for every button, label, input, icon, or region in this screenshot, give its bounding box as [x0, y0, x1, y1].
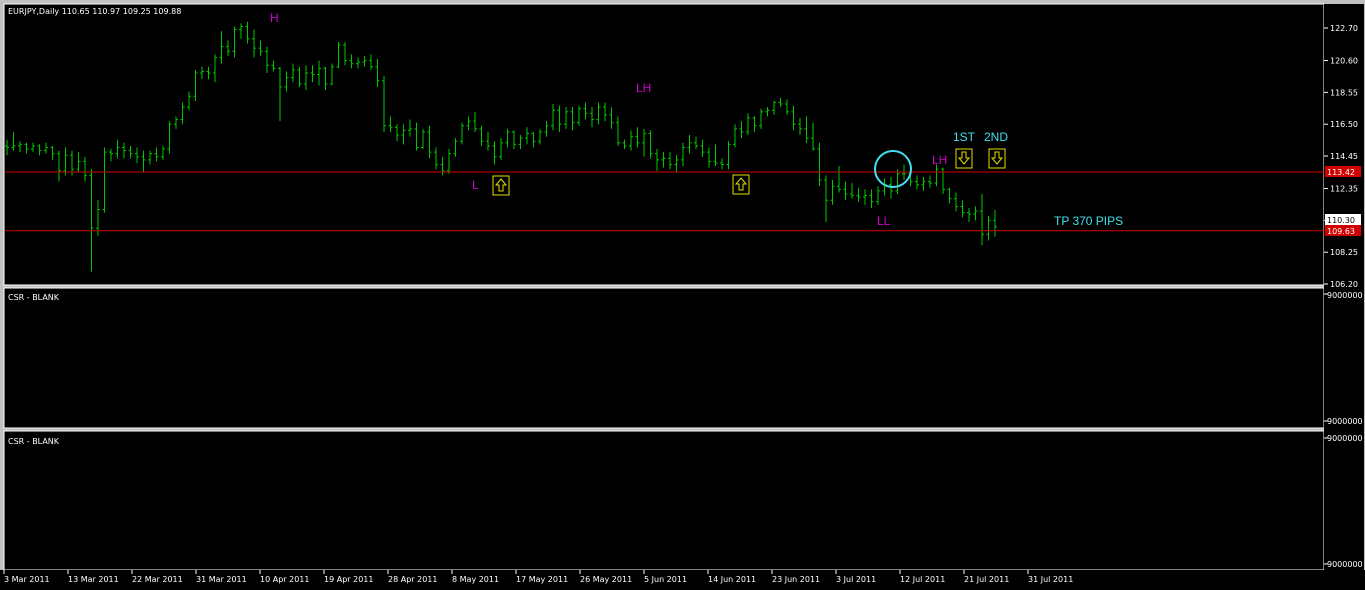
- sub2-top-label: 9000000: [1327, 434, 1363, 443]
- indicator-panel-2[interactable]: [3, 430, 1325, 571]
- y-tick-label: 122.70: [1330, 24, 1358, 33]
- buy-arrow-icon: [732, 174, 750, 195]
- annotation-ll: LL: [877, 214, 891, 228]
- indicator-panel-1[interactable]: [3, 287, 1325, 429]
- sub1-top-label: 9000000: [1327, 291, 1363, 300]
- chart-window: 122.70 120.60 118.55 116.50 114.45 112.35 110.…: [0, 0, 1365, 590]
- x-tick-label: 26 May 2011: [580, 575, 632, 584]
- annotation-tp: TP 370 PIPS: [1054, 214, 1123, 228]
- y-tick-label: 116.50: [1330, 120, 1358, 129]
- sub2-title: CSR - BLANK: [8, 437, 60, 446]
- x-tick-label: 3 Jul 2011: [836, 575, 876, 584]
- x-tick-label: 22 Mar 2011: [132, 575, 183, 584]
- x-tick-label: 21 Jul 2011: [964, 575, 1009, 584]
- annotation-l: L: [472, 178, 479, 192]
- sub2-bottom-label: 9000000: [1327, 560, 1363, 569]
- y-tick-label: 114.45: [1330, 152, 1358, 161]
- x-tick-label: 19 Apr 2011: [324, 575, 373, 584]
- x-tick-label: 12 Jul 2011: [900, 575, 945, 584]
- price-axis: 122.70 120.60 118.55 116.50 114.45 112.35 110.…: [1324, 24, 1358, 289]
- buy-arrow-icon: [492, 175, 510, 196]
- sell-arrow-icon: [955, 148, 973, 169]
- sub1-title: CSR - BLANK: [8, 293, 60, 302]
- x-tick-label: 14 Jun 2011: [708, 575, 756, 584]
- y-tick-label: 120.60: [1330, 57, 1358, 66]
- x-tick-label: 3 Mar 2011: [4, 575, 50, 584]
- y-tick-label: 106.20: [1330, 280, 1358, 289]
- x-tick-label: 28 Apr 2011: [388, 575, 437, 584]
- x-tick-label: 5 Jun 2011: [644, 575, 687, 584]
- current-price-tag: 110.30: [1327, 216, 1355, 225]
- symbol-header: EURJPY,Daily 110.65 110.97 109.25 109.88: [8, 7, 181, 16]
- x-tick-label: 10 Apr 2011: [260, 575, 309, 584]
- lower-price-tag: 109.63: [1327, 227, 1355, 236]
- sub1-bottom-label: 9000000: [1327, 417, 1363, 426]
- x-tick-label: 31 Jul 2011: [1028, 575, 1073, 584]
- x-tick-label: 31 Mar 2011: [196, 575, 247, 584]
- annotation-h: H: [270, 11, 279, 25]
- annotation-2nd: 2ND: [984, 130, 1008, 144]
- upper-price-tag: 113.42: [1327, 168, 1355, 177]
- annotation-1st: 1ST: [953, 130, 976, 144]
- x-tick-label: 8 May 2011: [452, 575, 499, 584]
- annotation-lh-1: LH: [636, 81, 651, 95]
- x-tick-label: 23 Jun 2011: [772, 575, 820, 584]
- main-panel[interactable]: [3, 3, 1325, 286]
- chart-svg[interactable]: 122.70 120.60 118.55 116.50 114.45 112.35 110.…: [0, 0, 1365, 590]
- sell-arrow-icon: [988, 148, 1006, 169]
- y-tick-label: 112.35: [1330, 185, 1358, 194]
- y-tick-label: 118.55: [1330, 88, 1358, 97]
- x-tick-label: 13 Mar 2011: [68, 575, 119, 584]
- y-tick-label: 108.25: [1330, 248, 1358, 257]
- annotation-lh-2: LH: [932, 153, 947, 167]
- x-tick-label: 17 May 2011: [516, 575, 568, 584]
